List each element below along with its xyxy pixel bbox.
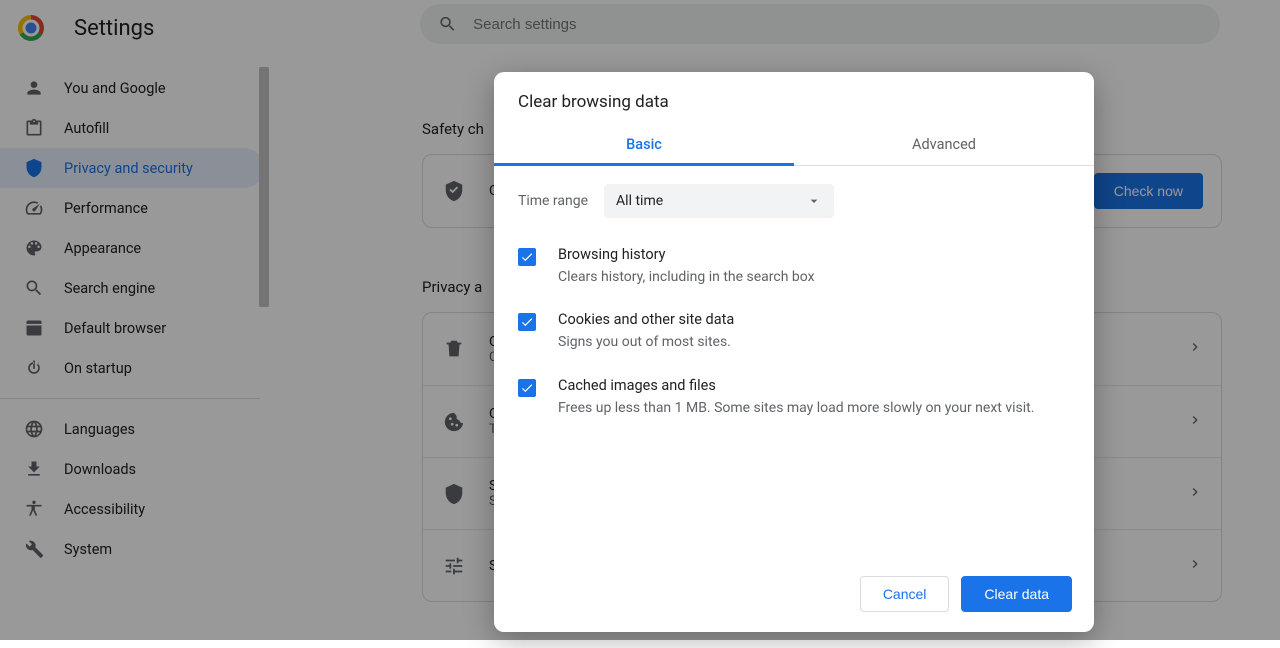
option-desc: Frees up less than 1 MB. Some sites may … <box>558 398 1034 418</box>
check-icon <box>520 381 534 395</box>
option-cached-images: Cached images and files Frees up less th… <box>518 377 1070 418</box>
check-icon <box>520 315 534 329</box>
checkbox-browsing-history[interactable] <box>518 248 536 266</box>
check-icon <box>520 250 534 264</box>
time-range-select[interactable]: All time <box>604 184 834 218</box>
chevron-down-icon <box>806 193 822 209</box>
option-title: Browsing history <box>558 246 815 263</box>
option-cookies: Cookies and other site data Signs you ou… <box>518 311 1070 352</box>
dialog-tabs: Basic Advanced <box>494 124 1094 166</box>
time-range-value: All time <box>616 193 663 209</box>
clear-data-button[interactable]: Clear data <box>961 576 1072 612</box>
dialog-title: Clear browsing data <box>494 72 1094 124</box>
time-range-row: Time range All time <box>518 184 1070 218</box>
tab-advanced[interactable]: Advanced <box>794 124 1094 165</box>
clear-browsing-data-dialog: Clear browsing data Basic Advanced Time … <box>494 72 1094 632</box>
option-browsing-history: Browsing history Clears history, includi… <box>518 246 1070 287</box>
checkbox-cached-images[interactable] <box>518 379 536 397</box>
cancel-button[interactable]: Cancel <box>860 576 950 612</box>
dialog-body: Time range All time Browsing history Cle… <box>494 166 1094 562</box>
option-title: Cached images and files <box>558 377 1034 394</box>
option-desc: Clears history, including in the search … <box>558 267 815 287</box>
option-title: Cookies and other site data <box>558 311 734 328</box>
dialog-footer: Cancel Clear data <box>494 562 1094 632</box>
checkbox-cookies[interactable] <box>518 313 536 331</box>
time-range-label: Time range <box>518 193 588 209</box>
tab-basic[interactable]: Basic <box>494 124 794 165</box>
option-desc: Signs you out of most sites. <box>558 332 734 352</box>
